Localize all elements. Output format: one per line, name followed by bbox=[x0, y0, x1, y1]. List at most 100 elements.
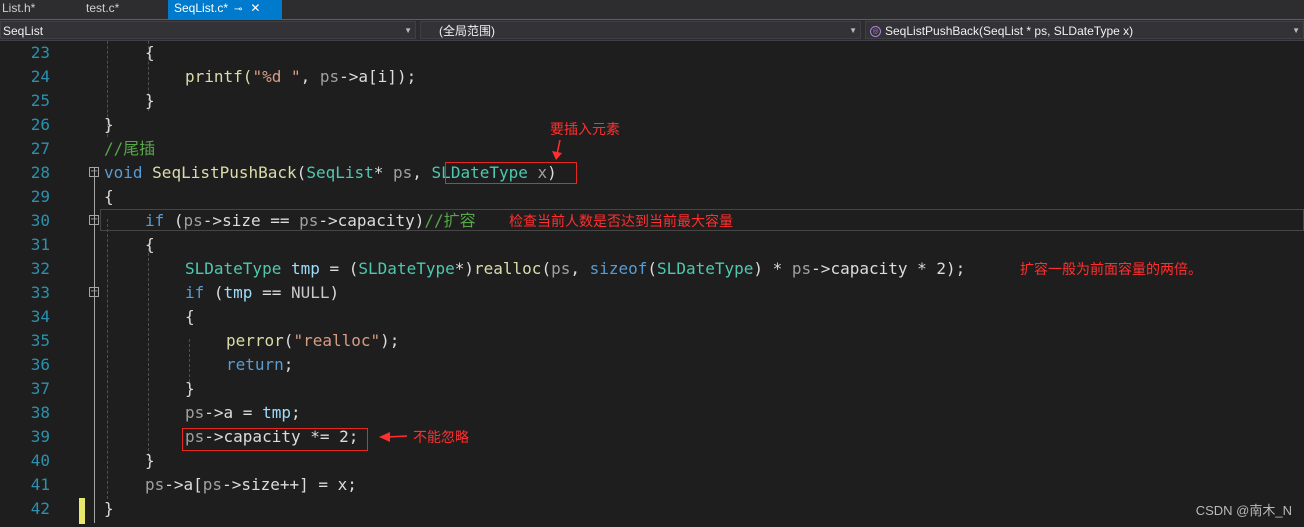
variable: tmp bbox=[290, 259, 320, 278]
arrow-down-icon bbox=[552, 139, 562, 160]
parameter: ps bbox=[393, 163, 413, 182]
parameter: ps bbox=[185, 403, 205, 422]
function-name: SeqListPushBack bbox=[152, 163, 297, 182]
document-tab-strip: List.h* test.c* SeqList.c* ⊸ ✕ bbox=[0, 0, 1304, 20]
line-number: 27 bbox=[30, 139, 50, 158]
punctuation: ; bbox=[290, 403, 301, 422]
punctuation: , bbox=[412, 163, 432, 182]
line-number: 37 bbox=[30, 379, 50, 398]
operator: -> bbox=[202, 211, 223, 230]
code-line-29: 29 { bbox=[0, 185, 1304, 209]
punctuation: *) bbox=[454, 259, 474, 278]
function-name: realloc bbox=[474, 259, 542, 278]
line-number: 29 bbox=[30, 187, 50, 206]
line-number: 33 bbox=[30, 283, 50, 302]
macro: NULL bbox=[290, 283, 330, 302]
line-number: 28 bbox=[30, 163, 50, 182]
brace: } bbox=[104, 499, 114, 518]
line-number: 30 bbox=[30, 211, 50, 230]
keyword: return bbox=[226, 355, 284, 374]
brace: { bbox=[145, 235, 155, 254]
highlight-box-parameter bbox=[445, 162, 577, 184]
operator: = bbox=[233, 403, 263, 422]
type-name: SLDateType bbox=[657, 259, 754, 278]
close-icon[interactable]: ✕ bbox=[250, 1, 260, 15]
project-value: SeqList bbox=[3, 24, 44, 38]
project-dropdown[interactable]: SeqList ▼ bbox=[0, 21, 416, 39]
pin-icon[interactable]: ⊸ bbox=[234, 4, 242, 15]
collapse-icon[interactable]: − bbox=[89, 287, 99, 297]
member: size bbox=[241, 475, 280, 494]
chevron-down-icon: ▼ bbox=[404, 26, 412, 35]
comment: //尾插 bbox=[104, 139, 156, 158]
chevron-down-icon: ▼ bbox=[849, 26, 857, 35]
code-line-24: 24 printf("%d ", ps->a[i]); bbox=[0, 65, 1304, 89]
code-line-26: 26 } bbox=[0, 113, 1304, 137]
code-line-36: 36 return; bbox=[0, 353, 1304, 377]
member: size bbox=[222, 211, 261, 230]
comment: //扩容 bbox=[424, 211, 476, 230]
code-text: a[ bbox=[183, 475, 203, 494]
tab-label: SeqList.c* bbox=[174, 1, 229, 15]
parameter: ps bbox=[183, 211, 203, 230]
collapse-icon[interactable]: − bbox=[89, 167, 99, 177]
line-number: 26 bbox=[30, 115, 50, 134]
watermark: CSDN @南木_N bbox=[1195, 503, 1292, 518]
arrow-left-icon bbox=[379, 432, 408, 442]
code-line-34: 34 { bbox=[0, 305, 1304, 329]
code-line-41: 41 ps->a[ps->size++] = x; bbox=[0, 473, 1304, 497]
operator: -> bbox=[222, 475, 242, 494]
punctuation: ( bbox=[283, 331, 294, 350]
punctuation: ) bbox=[414, 211, 425, 230]
annotation-insert-element: 要插入元素 bbox=[550, 122, 620, 138]
tab-label: test.c* bbox=[86, 1, 120, 15]
member-value: SeqListPushBack(SeqList * ps, SLDateType… bbox=[885, 24, 1134, 38]
parameter: ps bbox=[202, 475, 223, 494]
tab-test-c[interactable]: test.c* bbox=[86, 0, 162, 19]
member-dropdown[interactable]: ◎ SeqListPushBack(SeqList * ps, SLDateTyp… bbox=[865, 21, 1304, 39]
brace: { bbox=[104, 187, 114, 206]
operator: -> bbox=[318, 211, 338, 230]
scope-value: (全局范围) bbox=[439, 24, 495, 38]
operator: == bbox=[252, 283, 291, 302]
code-line-42: 42 } bbox=[0, 497, 1304, 521]
scope-dropdown[interactable]: (全局范围) ▼ bbox=[420, 21, 861, 39]
punctuation: ) bbox=[329, 283, 340, 302]
brace: { bbox=[185, 307, 195, 326]
punctuation: ( bbox=[164, 211, 184, 230]
tab-label: List.h* bbox=[2, 1, 36, 15]
string-literal: "%d " bbox=[252, 67, 301, 86]
brace: } bbox=[185, 379, 195, 398]
line-number: 38 bbox=[30, 403, 50, 422]
code-line-35: 35 perror("realloc"); bbox=[0, 329, 1304, 353]
line-number: 35 bbox=[30, 331, 50, 350]
string-literal: "realloc" bbox=[293, 331, 381, 350]
type-name: SLDateType bbox=[185, 259, 282, 278]
brace: } bbox=[145, 451, 155, 470]
code-line-28: 28 − void SeqListPushBack(SeqList* ps, S… bbox=[0, 161, 1304, 185]
keyword: if bbox=[185, 283, 205, 302]
type-name: SLDateType bbox=[358, 259, 455, 278]
line-number: 32 bbox=[30, 259, 50, 278]
keyword: void bbox=[104, 163, 143, 182]
member: capacity bbox=[337, 211, 415, 230]
keyword: if bbox=[145, 211, 165, 230]
line-number: 41 bbox=[30, 475, 50, 494]
collapse-icon[interactable]: − bbox=[89, 215, 99, 225]
operator: -> bbox=[204, 403, 224, 422]
type-name: SeqList bbox=[306, 163, 374, 182]
function-icon: ◎ bbox=[870, 26, 881, 38]
line-number: 40 bbox=[30, 451, 50, 470]
code-line-23: 23 { bbox=[0, 41, 1304, 65]
code-line-37: 37 } bbox=[0, 377, 1304, 401]
code-line-31: 31 { bbox=[0, 233, 1304, 257]
punctuation: ( bbox=[647, 259, 658, 278]
code-text: * 2); bbox=[907, 259, 966, 278]
tab-seqlist-c[interactable]: SeqList.c* ⊸ ✕ bbox=[168, 0, 282, 19]
line-number: 36 bbox=[30, 355, 50, 374]
code-line-33: 33 − if (tmp == NULL) bbox=[0, 281, 1304, 305]
member: a bbox=[223, 403, 234, 422]
code-editor[interactable]: 23 { 24 printf("%d ", ps->a[i]); 25 } 26… bbox=[0, 41, 1304, 527]
tab-seqlist-h[interactable]: List.h* bbox=[0, 0, 82, 19]
